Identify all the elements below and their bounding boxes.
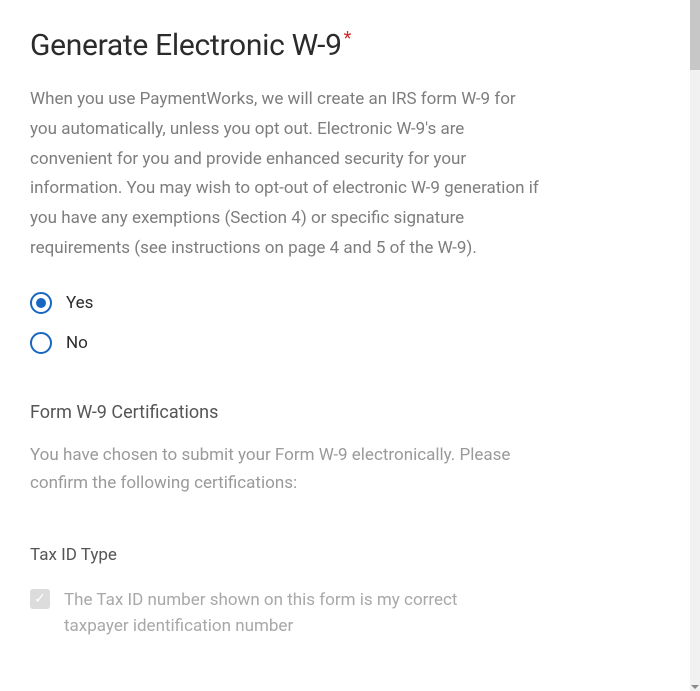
radio-option-no[interactable]: No [30, 332, 670, 354]
title-text: Generate Electronic W-9 [30, 28, 342, 63]
radio-selected-dot [36, 298, 46, 308]
tax-id-heading: Tax ID Type [30, 545, 670, 565]
tax-id-checkbox-row[interactable]: ✓ The Tax ID number shown on this form i… [30, 587, 670, 640]
electronic-w9-radio-group: Yes No [30, 292, 670, 354]
radio-option-yes[interactable]: Yes [30, 292, 670, 314]
page-title: Generate Electronic W-9* [30, 28, 670, 63]
radio-icon [30, 292, 52, 314]
tax-id-checkbox-label: The Tax ID number shown on this form is … [64, 587, 474, 640]
checkbox-icon: ✓ [30, 589, 50, 609]
certifications-description: You have chosen to submit your Form W-9 … [30, 441, 540, 497]
radio-label-no: No [66, 333, 88, 353]
scrollbar[interactable] [690, 0, 700, 691]
radio-label-yes: Yes [66, 293, 93, 313]
scrollbar-down-arrow-icon[interactable] [691, 685, 699, 689]
form-description: When you use PaymentWorks, we will creat… [30, 85, 540, 264]
scrollbar-thumb[interactable] [690, 0, 700, 70]
check-icon: ✓ [34, 592, 46, 606]
radio-icon [30, 332, 52, 354]
required-asterisk: * [344, 28, 351, 49]
certifications-heading: Form W-9 Certifications [30, 402, 670, 423]
